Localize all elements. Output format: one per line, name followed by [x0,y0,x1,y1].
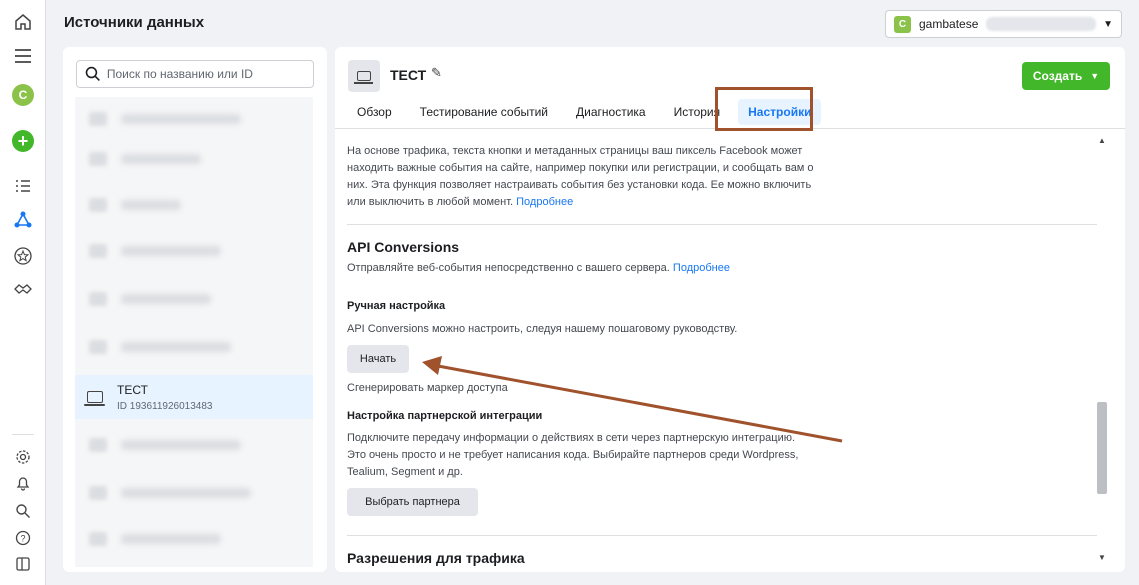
source-icon [348,60,380,92]
api-learn-more-link[interactable]: Подробнее [673,262,730,274]
menu-icon[interactable] [11,44,35,68]
rail-divider [12,434,34,435]
source-list[interactable]: ТЕСТ ID 193611926013483 [75,97,313,567]
learn-more-link[interactable]: Подробнее [516,196,573,208]
plus-icon: + [12,130,34,152]
panel-icon[interactable] [11,552,35,576]
choose-partner-button[interactable]: Выбрать партнера [347,488,478,516]
chevron-down-icon: ▼ [1090,71,1100,81]
laptop-icon [84,391,105,406]
traffic-permissions-title: Разрешения для трафика [347,550,525,566]
source-id: ID 193611926013483 [117,400,213,412]
search-icon [85,66,100,82]
laptop-icon [354,71,373,84]
selected-source-item[interactable]: ТЕСТ ID 193611926013483 [75,375,313,419]
auto-events-description: На основе трафика, текста кнопки и метад… [347,145,814,208]
list-item[interactable] [75,517,313,561]
account-name: gambatese [919,17,979,31]
divider [347,535,1097,536]
create-button[interactable]: Создать ▼ [1022,62,1110,90]
list-item[interactable] [75,325,313,369]
help-icon[interactable]: ? [11,526,35,550]
gear-icon[interactable] [11,445,35,469]
list-icon[interactable] [11,174,35,198]
create-plus-icon[interactable]: + [11,129,35,153]
bell-icon[interactable] [11,471,35,495]
svg-text:?: ? [20,534,25,544]
api-conversions-title: API Conversions [347,239,460,255]
search-input[interactable] [106,67,305,81]
search-box[interactable] [76,60,314,88]
tab-test-events[interactable]: Тестирование событий [410,99,558,125]
account-avatar[interactable]: C [11,83,35,107]
source-title: ТЕСТ [390,67,427,83]
generate-token-link[interactable]: Сгенерировать маркер доступа [347,382,508,394]
manual-setup-title: Ручная настройка [347,300,446,312]
home-icon[interactable] [11,10,35,34]
partner-integration-description: Подключите передачу информации о действи… [347,432,799,478]
search-icon[interactable] [11,499,35,523]
list-item[interactable] [75,471,313,515]
list-item[interactable] [75,423,313,467]
account-id-redacted [986,17,1097,31]
settings-content: На основе трафика, текста кнопки и метад… [335,130,1105,572]
create-button-label: Создать [1032,69,1083,83]
scrollbar-thumb[interactable] [1097,402,1107,494]
manual-setup-description: API Conversions можно настроить, следуя … [347,323,738,335]
pencil-icon[interactable]: ✎ [431,65,442,81]
annotation-highlight-box [715,87,813,131]
source-name: ТЕСТ [117,382,148,397]
tab-diagnostics[interactable]: Диагностика [566,99,656,125]
start-button[interactable]: Начать [347,345,409,373]
scrollbar[interactable]: ▲ ▼ [1096,132,1108,564]
handshake-icon[interactable] [11,277,35,301]
settings-panel: ТЕСТ ✎ Создать ▼ Обзор Тестирование собы… [335,47,1125,572]
source-header: ТЕСТ ✎ Создать ▼ Обзор Тестирование собы… [335,47,1125,131]
page-title: Источники данных [64,14,205,31]
star-icon[interactable] [11,244,35,268]
list-item[interactable] [75,137,313,181]
account-badge: C [894,15,911,33]
account-switcher[interactable]: C gambatese ▼ [885,10,1122,38]
left-rail: C + ? [0,0,46,585]
events-manager-icon[interactable] [11,208,35,232]
list-item[interactable] [75,183,313,227]
chevron-down-icon: ▼ [1103,18,1113,30]
divider [347,224,1097,225]
scroll-up-arrow-icon[interactable]: ▲ [1098,136,1106,145]
scroll-down-arrow-icon[interactable]: ▼ [1098,553,1106,562]
list-item[interactable] [75,229,313,273]
api-conversions-description: Отправляйте веб-события непосредственно … [347,262,730,274]
list-item[interactable] [75,97,313,141]
data-source-list-panel: ТЕСТ ID 193611926013483 [63,47,327,572]
tab-overview[interactable]: Обзор [347,99,402,125]
avatar: C [12,84,34,106]
list-item[interactable] [75,277,313,321]
partner-integration-title: Настройка партнерской интеграции [347,410,543,422]
